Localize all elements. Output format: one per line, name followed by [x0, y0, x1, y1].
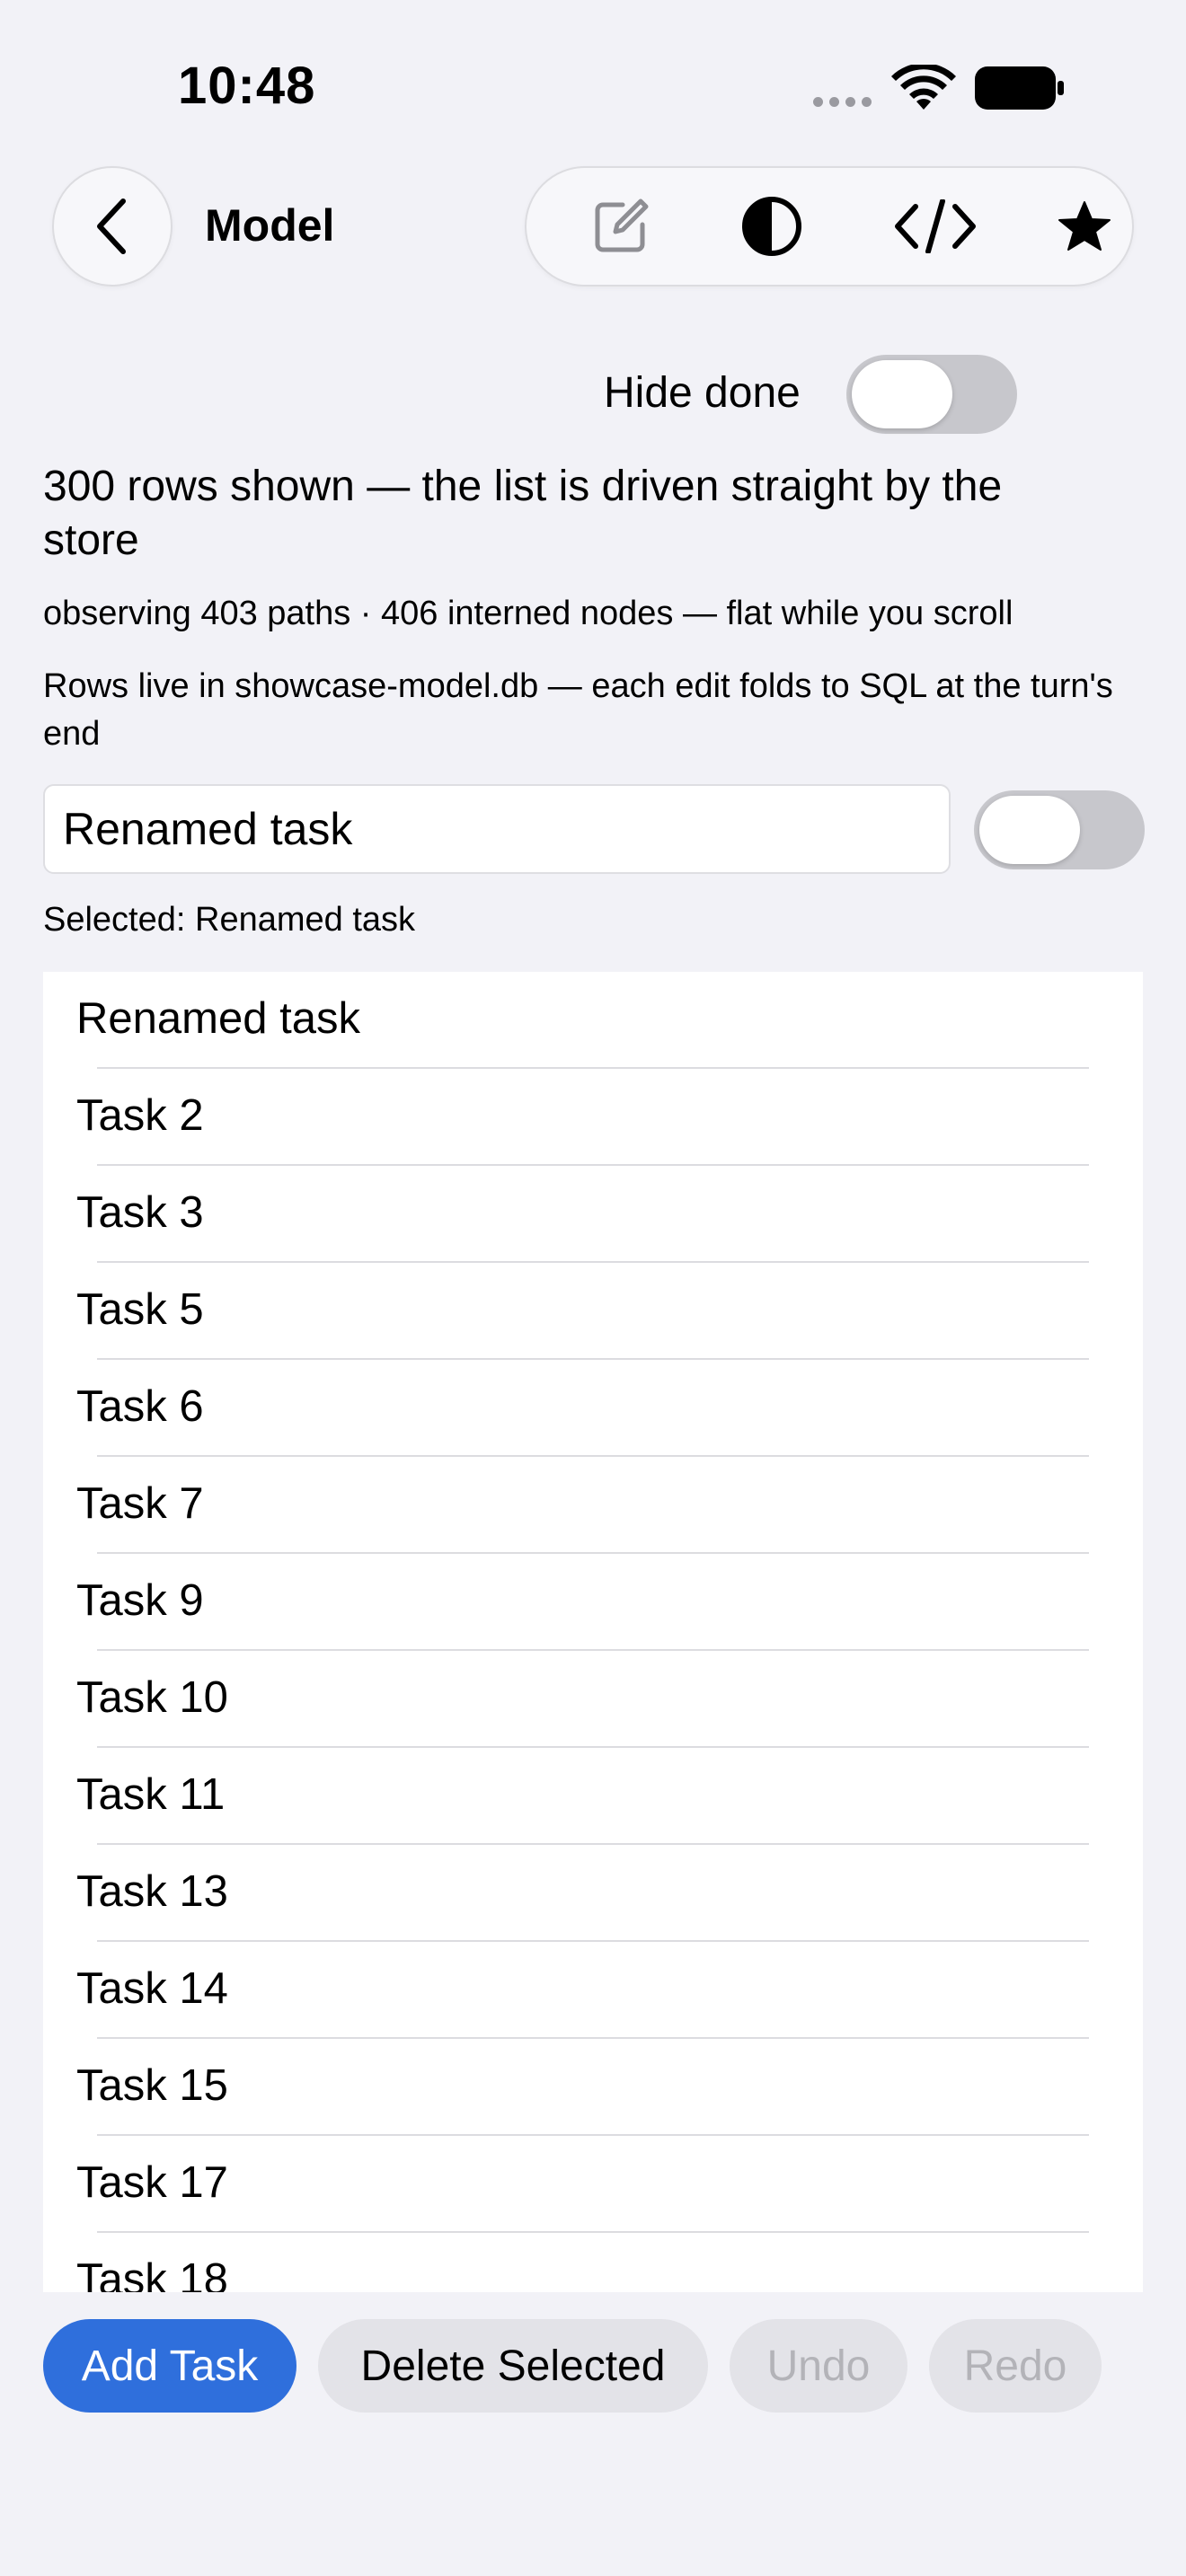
task-label: Task 15 [76, 2061, 228, 2110]
task-label: Task 2 [76, 1091, 204, 1140]
table-row[interactable]: Task 14 [43, 1942, 1143, 2039]
favorite-button[interactable] [1035, 168, 1134, 285]
table-row[interactable]: Renamed task [43, 972, 1143, 1069]
toggle-knob [979, 796, 1080, 864]
back-button[interactable] [52, 166, 173, 287]
page-title: Model [205, 200, 335, 251]
task-list[interactable]: Renamed task Task 2 Task 3 Task 5 Task 6 Task… [43, 972, 1143, 2292]
task-label: Task 10 [76, 1673, 228, 1722]
edit-icon [595, 198, 649, 252]
edit-button[interactable] [571, 168, 670, 285]
task-label: Task 5 [76, 1285, 204, 1334]
task-label: Task 13 [76, 1867, 228, 1916]
table-row[interactable]: Task 11 [43, 1748, 1143, 1845]
table-row[interactable]: Task 15 [43, 2039, 1143, 2136]
status-time: 10:48 [178, 57, 316, 115]
task-label: Task 3 [76, 1188, 204, 1237]
task-label: Task 17 [76, 2158, 228, 2207]
observing-text: observing 403 paths · 406 interned nodes… [43, 595, 1013, 632]
task-label: Task 14 [76, 1964, 228, 2013]
hide-done-toggle[interactable] [846, 355, 1017, 434]
wifi-icon [890, 63, 958, 119]
rows-shown-text: 300 rows shown — the list is driven stra… [43, 463, 1003, 564]
add-task-button[interactable]: Add Task [43, 2319, 296, 2413]
task-label: Task 9 [76, 1576, 204, 1625]
code-button[interactable] [886, 168, 985, 285]
task-label: Task 11 [76, 1770, 226, 1819]
table-row[interactable]: Task 5 [43, 1263, 1143, 1360]
hide-done-label: Hide done [604, 369, 801, 417]
table-row[interactable]: Task 3 [43, 1166, 1143, 1263]
delete-selected-button[interactable]: Delete Selected [318, 2319, 708, 2413]
task-label: Task 7 [76, 1479, 204, 1528]
undo-button[interactable]: Undo [730, 2319, 907, 2413]
task-label: Renamed task [76, 994, 360, 1043]
table-row[interactable]: Task 6 [43, 1360, 1143, 1457]
task-label: Task 18 [76, 2255, 228, 2292]
redo-button[interactable]: Redo [929, 2319, 1102, 2413]
selected-text: Selected: Renamed task [43, 901, 416, 939]
contrast-icon [742, 197, 801, 256]
table-row[interactable]: Task 9 [43, 1554, 1143, 1651]
task-name-input[interactable] [43, 784, 951, 874]
task-label: Task 6 [76, 1382, 204, 1431]
table-row[interactable]: Task 18 [43, 2233, 1143, 2292]
table-row[interactable]: Task 7 [43, 1457, 1143, 1554]
toolbar [525, 166, 1134, 287]
toggle-knob [852, 360, 952, 428]
rows-live-text: Rows live in showcase-model.db — each ed… [43, 667, 1113, 753]
chevron-left-icon [97, 198, 126, 254]
table-row[interactable]: Task 17 [43, 2136, 1143, 2233]
cellular-signal-icon [813, 97, 872, 107]
table-row[interactable]: Task 2 [43, 1069, 1143, 1166]
appearance-button[interactable] [722, 168, 821, 285]
done-toggle[interactable] [974, 790, 1145, 869]
star-icon [1058, 201, 1111, 251]
battery-icon [975, 66, 1065, 114]
table-row[interactable]: Task 10 [43, 1651, 1143, 1748]
code-icon [895, 199, 976, 253]
table-row[interactable]: Task 13 [43, 1845, 1143, 1942]
